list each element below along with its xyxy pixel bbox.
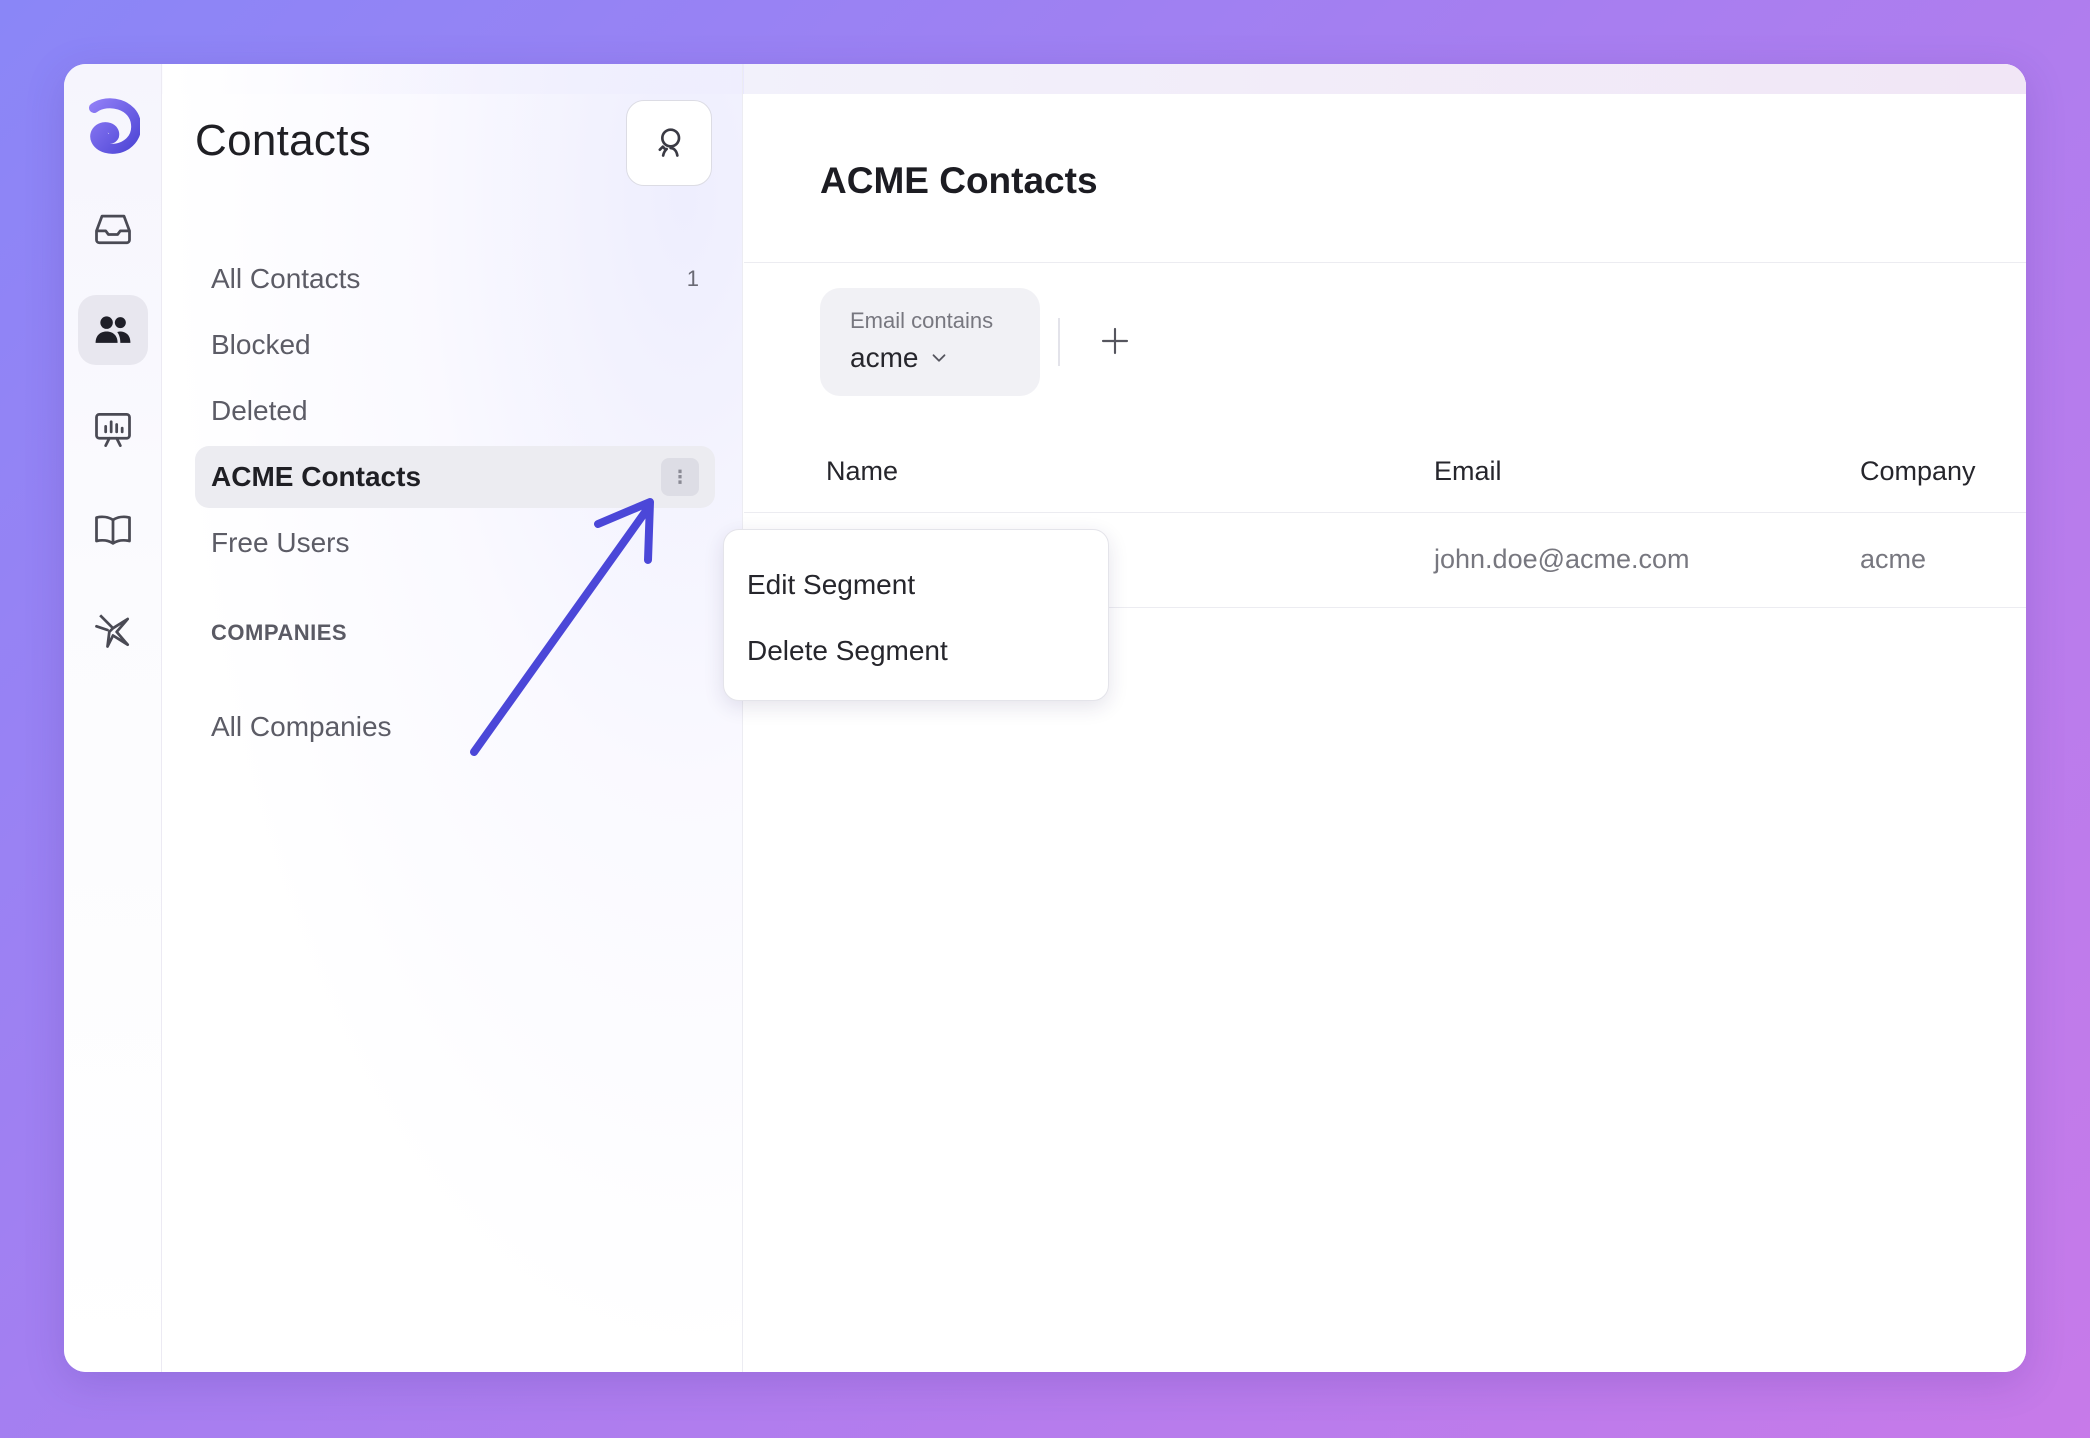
segment-free-users[interactable]: Free Users	[195, 512, 715, 574]
main-panel: ACME Contacts Email contains acme Name E…	[744, 64, 2026, 1372]
filter-label: Email contains	[850, 308, 994, 333]
more-vertical-icon[interactable]: ⋮	[661, 458, 699, 496]
filter-divider	[1058, 318, 1060, 366]
refresh-user-icon	[658, 128, 681, 157]
segment-label: All Companies	[211, 711, 392, 742]
main-card: ACME Contacts Email contains acme Name E…	[744, 94, 2026, 1372]
contacts-icon	[95, 316, 131, 343]
column-header-email[interactable]: Email	[1434, 456, 1502, 487]
delete-segment-menu-item[interactable]: Delete Segment	[724, 618, 1108, 684]
app-window: Contacts All Contacts 1 Blocked Deleted …	[64, 64, 2026, 1372]
segment-acme-contacts[interactable]: ACME Contacts ⋮	[195, 446, 715, 508]
companies-section-label: COMPANIES	[211, 620, 348, 645]
segment-count: 1	[686, 266, 699, 291]
segment-blocked[interactable]: Blocked	[195, 314, 715, 376]
segment-all-contacts[interactable]: All Contacts 1	[195, 248, 715, 310]
column-header-name[interactable]: Name	[826, 456, 898, 487]
email-filter-chip[interactable]: Email contains acme	[820, 288, 1040, 396]
segment-label: Free Users	[211, 527, 350, 558]
page-title: ACME Contacts	[820, 160, 1098, 201]
filter-value-text: acme	[850, 342, 919, 373]
column-header-company[interactable]: Company	[1860, 456, 1976, 487]
main-top-band	[744, 64, 2026, 94]
plus-icon	[1101, 327, 1129, 355]
header-divider	[744, 262, 2026, 263]
campaigns-icon	[95, 614, 130, 648]
icon-rail	[64, 64, 162, 1372]
filter-value[interactable]: acme	[850, 342, 1040, 374]
rail-inbox-button[interactable]	[78, 194, 148, 264]
sidebar-title: Contacts	[195, 116, 372, 165]
inbox-icon	[95, 214, 131, 245]
segment-label: Deleted	[211, 395, 308, 426]
segment-label: All Contacts	[211, 263, 361, 294]
reports-icon	[95, 413, 131, 447]
edit-segment-menu-item[interactable]: Edit Segment	[724, 552, 1108, 618]
cell-email[interactable]: john.doe@acme.com	[1434, 544, 1690, 575]
rail-contacts-button[interactable]	[78, 295, 148, 365]
segment-label: ACME Contacts	[211, 461, 422, 492]
segment-context-menu: Edit Segment Delete Segment	[723, 529, 1109, 701]
segment-label: Blocked	[211, 329, 311, 360]
chevron-down-icon	[933, 354, 946, 362]
rail-reports-button[interactable]	[78, 395, 148, 465]
segment-all-companies[interactable]: All Companies	[195, 696, 715, 758]
rail-help-center-button[interactable]	[78, 495, 148, 565]
refresh-button[interactable]	[626, 100, 712, 186]
add-filter-button[interactable]	[1086, 312, 1144, 370]
contacts-sidebar: Contacts All Contacts 1 Blocked Deleted …	[163, 64, 743, 1372]
logo-icon[interactable]	[86, 98, 142, 156]
help-center-icon	[95, 515, 131, 545]
cell-company[interactable]: acme	[1860, 544, 1926, 575]
rail-campaigns-button[interactable]	[78, 595, 148, 665]
segment-deleted[interactable]: Deleted	[195, 380, 715, 442]
table-header-divider	[744, 512, 2026, 513]
